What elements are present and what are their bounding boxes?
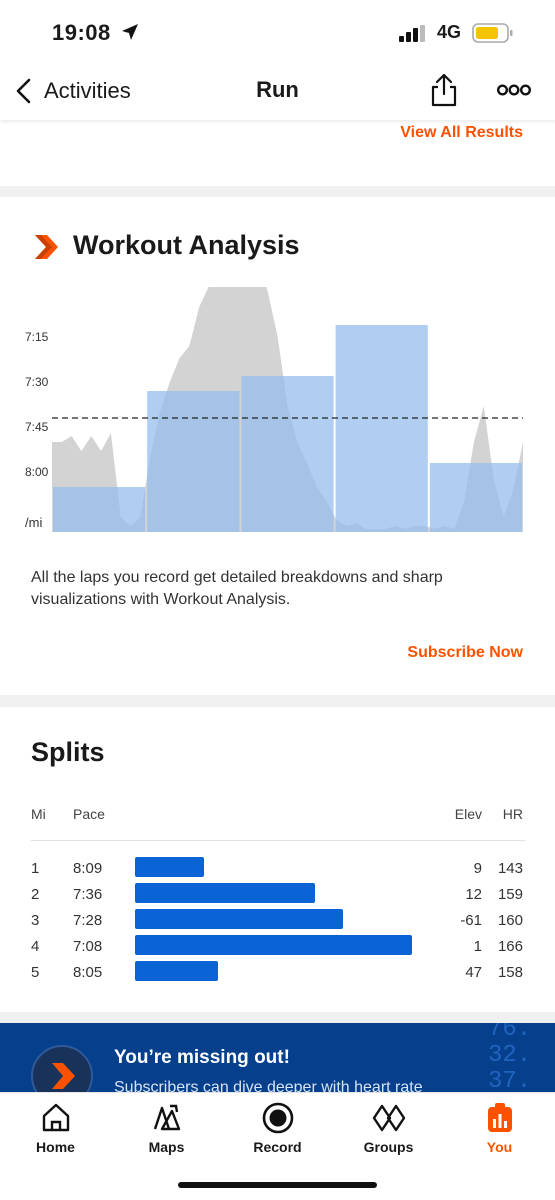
tab-groups-label: Groups (363, 1139, 414, 1155)
view-all-results-link[interactable]: View All Results (400, 124, 523, 142)
split-mi: 1 (31, 860, 40, 877)
split-mi: 3 (31, 912, 40, 929)
more-options-icon[interactable] (497, 81, 531, 99)
record-icon (262, 1102, 294, 1134)
tab-you-label: You (486, 1139, 513, 1155)
tab-record-label: Record (253, 1139, 302, 1155)
split-hr: 160 (497, 912, 523, 929)
location-arrow-icon (122, 24, 138, 40)
split-hr: 158 (497, 964, 523, 981)
split-pace-bar (135, 909, 343, 929)
y-tick-label: 7:45 (25, 420, 49, 434)
lap-bar (53, 487, 146, 532)
results-card: View All Results (0, 120, 555, 186)
tab-home[interactable]: Home (0, 1093, 111, 1169)
lap-bar (429, 463, 522, 532)
cellular-signal-icon (399, 25, 425, 42)
split-pace: 7:36 (73, 886, 103, 903)
split-row: 1 8:09 9 143 (0, 857, 555, 881)
back-button[interactable]: Activities (14, 74, 131, 108)
split-pace-bar (135, 883, 315, 903)
share-icon[interactable] (428, 72, 460, 108)
workout-analysis-chart: 7:15 7:30 7:45 8:00/mi (25, 287, 523, 532)
promo-title: You’re missing out! (114, 1047, 290, 1068)
split-pace-bar (135, 961, 218, 981)
promo-deco-digit: 76. (488, 1023, 532, 1043)
status-time: 19:08 (52, 20, 111, 45)
tab-record[interactable]: Record (222, 1093, 333, 1169)
splits-header-elev: Elev (454, 806, 482, 822)
split-mi: 4 (31, 938, 40, 955)
strava-chevron-logo (35, 235, 58, 259)
you-icon (488, 1103, 512, 1132)
split-mi: 5 (31, 964, 40, 981)
splits-header-mi: Mi (31, 806, 46, 822)
split-row: 2 7:36 12 159 (0, 883, 555, 907)
y-tick-label: 7:15 (25, 330, 49, 344)
tab-maps-label: Maps (148, 1139, 185, 1155)
y-unit-label: /mi (25, 515, 42, 530)
promo-decorative-digits: 76. 32. 37. (488, 1023, 531, 1093)
y-tick-label: 8:00 (25, 465, 49, 479)
lap-bar (335, 325, 428, 532)
home-indicator (178, 1182, 377, 1188)
tab-maps[interactable]: Maps (111, 1093, 222, 1169)
home-icon (42, 1103, 70, 1132)
splits-divider (31, 840, 525, 841)
splits-card: Splits Mi Pace Elev HR 1 8:09 9 143 2 7:36 12 1… (0, 707, 555, 1012)
tab-you[interactable]: You (444, 1093, 555, 1169)
split-row: 3 7:28 -61 160 (0, 909, 555, 933)
split-pace-bar (135, 857, 204, 877)
network-type: 4G (437, 22, 462, 42)
status-bar: 19:08 4G (0, 0, 555, 62)
tab-home-label: Home (36, 1139, 75, 1155)
workout-analysis-title: Workout Analysis (73, 230, 300, 260)
promo-badge (31, 1045, 93, 1093)
split-elev: 1 (473, 938, 482, 955)
subscribe-now-link[interactable]: Subscribe Now (407, 644, 523, 662)
strava-chevron-icon (52, 1063, 75, 1089)
split-elev: 12 (465, 886, 482, 903)
split-mi: 2 (31, 886, 40, 903)
split-elev: 9 (473, 860, 482, 877)
y-tick-label: 7:30 (25, 375, 49, 389)
back-label: Activities (44, 78, 131, 103)
split-pace: 7:08 (73, 938, 103, 955)
workout-analysis-description: All the laps you record get detailed bre… (31, 569, 443, 608)
promo-subtitle: Subscribers can dive deeper with heart r… (114, 1079, 423, 1093)
splits-header-pace: Pace (73, 806, 105, 822)
split-pace-bar (135, 935, 412, 955)
chevron-left-icon (16, 78, 31, 104)
split-hr: 166 (497, 938, 523, 955)
split-pace: 8:05 (73, 964, 103, 981)
split-hr: 159 (497, 886, 523, 903)
lap-bar (241, 376, 334, 532)
tab-groups[interactable]: Groups (333, 1093, 444, 1169)
split-elev: 47 (465, 964, 482, 981)
subscription-promo-banner[interactable]: 76. 32. 37. You’re missing out! Subscriber… (0, 1023, 555, 1093)
split-pace: 7:28 (73, 912, 103, 929)
splits-title: Splits (31, 737, 105, 767)
split-elev: -61 (460, 912, 482, 929)
maps-icon (153, 1104, 181, 1131)
split-pace: 8:09 (73, 860, 103, 877)
nav-bar: Activities Run (0, 62, 555, 120)
split-row: 4 7:08 1 166 (0, 935, 555, 959)
groups-icon (372, 1104, 406, 1132)
promo-deco-digit: 37. (488, 1068, 532, 1094)
workout-analysis-card: Workout Analysis 7:15 7:30 7:45 8:00/mi All… (0, 197, 555, 695)
split-hr: 143 (497, 860, 523, 877)
split-row: 5 8:05 47 158 (0, 961, 555, 985)
splits-header-hr: HR (502, 806, 523, 822)
battery-icon (472, 23, 513, 43)
promo-deco-digit: 32. (488, 1042, 532, 1069)
lap-bar (147, 391, 240, 532)
